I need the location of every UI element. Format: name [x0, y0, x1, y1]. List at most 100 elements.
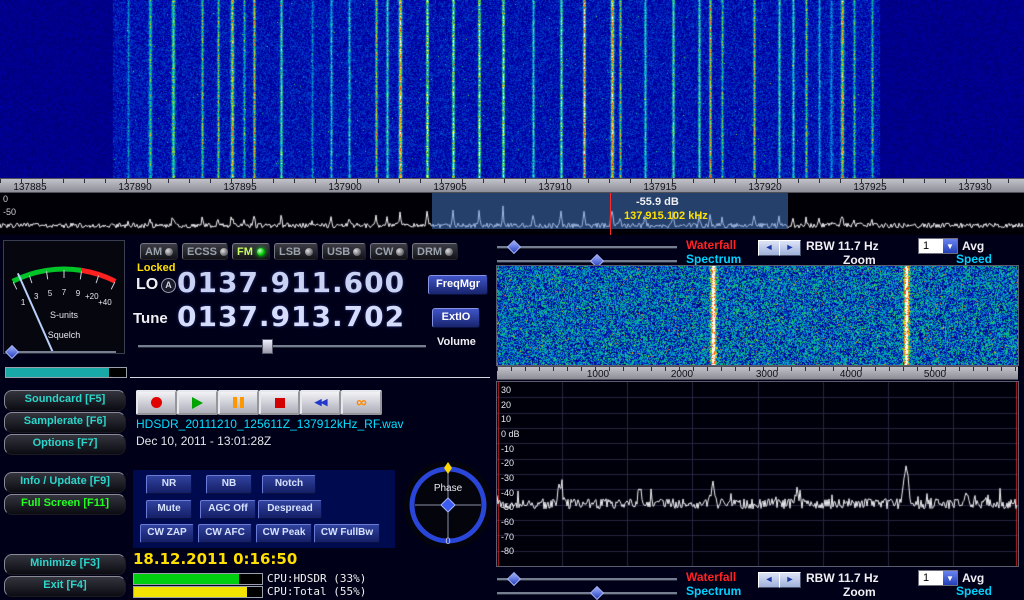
waterfall-label: Waterfall: [686, 238, 736, 252]
loop-button[interactable]: ∞: [341, 390, 382, 415]
date-time-display: 18.12.2011 0:16:50: [133, 550, 297, 568]
db-tick: 10: [501, 414, 511, 424]
avg-label: Avg: [962, 239, 984, 253]
db-tick: 0 dB: [501, 429, 520, 439]
rf-frequency-scale[interactable]: 1000 2000 3000 4000 5000: [497, 366, 1018, 380]
volume-slider-track[interactable]: [138, 345, 426, 348]
mode-led-icon: [396, 248, 404, 256]
avg-select-value: 1: [919, 571, 943, 585]
record-button[interactable]: [136, 390, 177, 415]
volume-slider-thumb[interactable]: [262, 339, 273, 354]
pause-icon: [233, 397, 244, 408]
squelch-label: Squelch: [48, 330, 81, 340]
mode-cw-button[interactable]: CW: [370, 243, 408, 260]
s-meter-tick: 3: [34, 292, 39, 301]
mode-label: CW: [375, 246, 393, 258]
info-update-button[interactable]: Info / Update [F9]: [4, 472, 126, 493]
nb-button[interactable]: NB: [206, 475, 252, 494]
volume-label: Volume: [437, 336, 476, 348]
minimize-button[interactable]: Minimize [F3]: [4, 554, 126, 575]
options-button[interactable]: Options [F7]: [4, 434, 126, 455]
mode-am-button[interactable]: AM: [140, 243, 178, 260]
chevron-down-icon[interactable]: ▼: [943, 571, 957, 585]
lo-label: LO: [136, 276, 158, 294]
mode-ecss-button[interactable]: ECSS: [182, 243, 228, 260]
avg-select-bottom[interactable]: 1 ▼: [918, 570, 958, 586]
db-tick: -30: [501, 473, 514, 483]
band-left-arrow-button-bottom[interactable]: ◄: [758, 572, 780, 588]
agc-off-button[interactable]: AGC Off: [200, 500, 256, 519]
mode-label: AM: [145, 246, 162, 258]
mode-lsb-button[interactable]: LSB: [274, 243, 318, 260]
cw-fullbw-button[interactable]: CW FullBw: [314, 524, 380, 543]
cw-afc-button[interactable]: CW AFC: [198, 524, 252, 543]
phase-value: 0: [445, 536, 450, 546]
mode-label: LSB: [279, 246, 301, 258]
lo-frequency-digits[interactable]: 0137.911.600: [177, 266, 405, 299]
db-tick: -20: [501, 458, 514, 468]
rbw-readout-bottom: RBW 11.7 Hz: [806, 571, 879, 585]
stop-button[interactable]: [259, 390, 300, 415]
avg-select-value: 1: [919, 239, 943, 253]
mode-label: ECSS: [187, 246, 217, 258]
despread-button[interactable]: Despread: [258, 500, 322, 519]
samplerate-button[interactable]: Samplerate [F6]: [4, 412, 126, 433]
db-tick: -10: [501, 444, 514, 454]
rewind-icon: ◀◀: [315, 397, 327, 408]
freq-tick: 2000: [647, 369, 717, 380]
db-tick: -80: [501, 546, 514, 556]
divider-line: [130, 377, 490, 378]
waterfall-contrast-slider-track-bottom[interactable]: [497, 578, 677, 581]
s-meter-tick: 5: [48, 289, 53, 298]
mute-button[interactable]: Mute: [146, 500, 192, 519]
cw-peak-button[interactable]: CW Peak: [256, 524, 312, 543]
freq-tick: 137920: [730, 182, 800, 193]
cw-zap-button[interactable]: CW ZAP: [140, 524, 194, 543]
record-icon: [151, 397, 162, 408]
recording-timestamp: Dec 10, 2011 - 13:01:28Z: [136, 434, 271, 448]
waterfall-contrast-slider-track[interactable]: [497, 246, 677, 249]
tune-frequency-digits[interactable]: 0137.913.702: [177, 300, 405, 333]
freqmgr-button[interactable]: FreqMgr: [428, 275, 488, 295]
rf-spectrum[interactable]: [497, 382, 1018, 566]
s-meter: 1 3 5 7 9 +20 +40 S-units Squelch: [3, 240, 125, 354]
mode-led-icon: [257, 248, 265, 256]
fullscreen-button[interactable]: Full Screen [F11]: [4, 494, 126, 515]
spectrum-zoom-slider-track[interactable]: [497, 260, 677, 263]
chevron-down-icon[interactable]: ▼: [943, 239, 957, 253]
rewind-button[interactable]: ◀◀: [300, 390, 341, 415]
mode-fm-button[interactable]: FM: [232, 243, 270, 260]
exit-button[interactable]: Exit [F4]: [4, 576, 126, 597]
db-tick: 20: [501, 400, 511, 410]
s-meter-tick: 7: [62, 288, 67, 297]
rf-waterfall[interactable]: [497, 266, 1018, 365]
signal-level-bar: [5, 367, 127, 378]
freq-tick: 137885: [0, 182, 65, 193]
phase-scope: Phase 0: [403, 460, 493, 550]
soundcard-button[interactable]: Soundcard [F5]: [4, 390, 126, 411]
overview-db-min: -50: [3, 207, 16, 217]
zoom-label-bottom: Zoom: [843, 585, 876, 599]
band-right-arrow-button[interactable]: ►: [779, 240, 801, 256]
pause-button[interactable]: [218, 390, 259, 415]
squelch-slider-track[interactable]: [12, 351, 116, 354]
locked-indicator: Locked: [137, 262, 176, 274]
band-right-arrow-button-bottom[interactable]: ►: [779, 572, 801, 588]
mode-usb-button[interactable]: USB: [322, 243, 366, 260]
notch-button[interactable]: Notch: [262, 475, 316, 494]
s-meter-tick: +20: [85, 292, 99, 301]
cursor-frequency-readout: 137.915.102 kHz: [624, 210, 708, 222]
s-units-label: S-units: [50, 310, 79, 320]
main-frequency-scale[interactable]: 137885 137890 137895 137900 137905 13791…: [0, 178, 1024, 193]
main-waterfall[interactable]: [0, 0, 1024, 178]
spectrum-zoom-slider-track-bottom[interactable]: [497, 592, 677, 595]
mode-drm-button[interactable]: DRM: [412, 243, 458, 260]
play-button[interactable]: [177, 390, 218, 415]
band-left-arrow-button[interactable]: ◄: [758, 240, 780, 256]
freq-tick: 4000: [816, 369, 886, 380]
avg-select[interactable]: 1 ▼: [918, 238, 958, 254]
db-tick: -70: [501, 532, 514, 542]
nr-button[interactable]: NR: [146, 475, 192, 494]
extio-button[interactable]: ExtIO: [432, 308, 480, 328]
lo-lock-badge[interactable]: A: [161, 278, 176, 293]
